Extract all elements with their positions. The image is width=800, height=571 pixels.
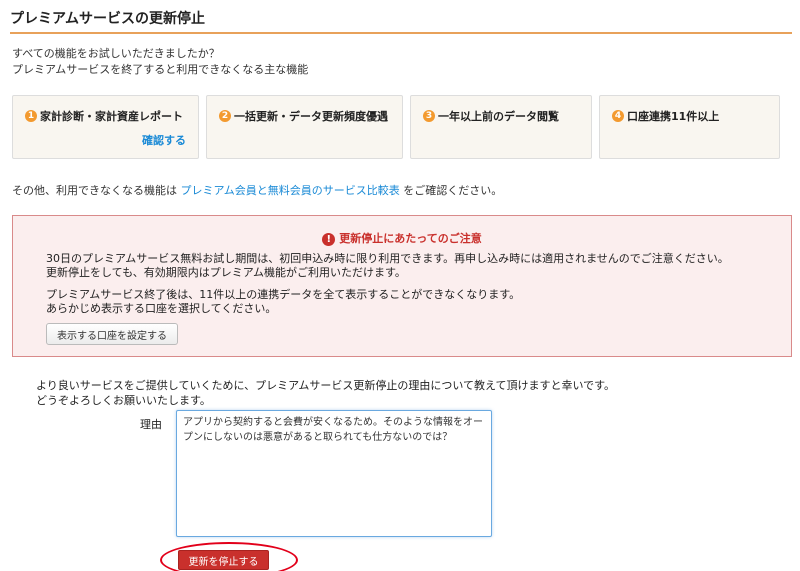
compare-prefix: その他、利用できなくなる機能は [12, 184, 177, 197]
reason-textarea[interactable]: アプリから契約すると会費が安くなるため。そのような情報をオープンにしないのは悪意… [176, 410, 492, 537]
reason-intro-line2: どうぞよろしくお願いいたします。 [36, 394, 211, 407]
reason-intro: より良いサービスをご提供していくために、プレミアムサービス更新停止の理由について… [36, 378, 615, 408]
warning-title-text: 更新停止にあたってのご注意 [339, 232, 482, 245]
feature-label-1: 家計診断・家計資産レポート [40, 110, 183, 123]
warning-box: ! 更新停止にあたってのご注意 30日のプレミアムサービス無料お試し期間は、初回申… [12, 215, 792, 357]
intro-line-1: すべての機能をお試しいただきましたか？ [12, 47, 220, 60]
feature-label-3: 一年以上前のデータ閲覧 [438, 110, 559, 123]
reason-intro-line1: より良いサービスをご提供していくために、プレミアムサービス更新停止の理由について… [36, 379, 616, 392]
warning-p2-line1: プレミアムサービス終了後は、11件以上の連携データを全て表示することができなくな… [46, 288, 521, 301]
intro-line-2: プレミアムサービスを終了すると利用できなくなる主な機能 [12, 63, 309, 76]
set-display-accounts-button[interactable]: 表示する口座を設定する [46, 323, 178, 345]
feature-card-1: 1 家計診断・家計資産レポート 確認する [12, 95, 199, 159]
compare-suffix: をご確認ください。 [403, 184, 503, 197]
alert-icon: ! [322, 232, 336, 246]
comparison-table-link[interactable]: プレミアム会員と無料会員のサービス比較表 [181, 184, 400, 197]
feature-label-4: 口座連携11件以上 [627, 110, 720, 123]
warning-body: 30日のプレミアムサービス無料お試し期間は、初回申込み時に限り利用できます。再申… [46, 252, 729, 316]
number-1-icon: 1 [25, 110, 37, 122]
warning-paragraph-1: 30日のプレミアムサービス無料お試し期間は、初回申込み時に限り利用できます。再申… [46, 252, 729, 280]
warning-paragraph-2: プレミアムサービス終了後は、11件以上の連携データを全て表示することができなくな… [46, 288, 729, 316]
intro-text: すべての機能をお試しいただきましたか？ プレミアムサービスを終了すると利用できな… [12, 46, 308, 78]
feature-card-2: 2 一括更新・データ更新頻度優遇 [206, 95, 403, 159]
stop-renewal-button[interactable]: 更新を停止する [178, 550, 269, 570]
warning-title: ! 更新停止にあたってのご注意 [13, 230, 791, 246]
confirm-link[interactable]: 確認する [142, 132, 186, 148]
number-3-icon: 3 [423, 110, 435, 122]
warning-p1-line1: 30日のプレミアムサービス無料お試し期間は、初回申込み時に限り利用できます。再申… [46, 252, 729, 265]
warning-p1-line2: 更新停止をしても、有効期限内はプレミアム機能がご利用いただけます。 [46, 266, 406, 279]
feature-card-4: 4 口座連携11件以上 [599, 95, 780, 159]
number-2-icon: 2 [219, 110, 231, 122]
feature-label-2: 一括更新・データ更新頻度優遇 [234, 110, 388, 123]
feature-card-3: 3 一年以上前のデータ閲覧 [410, 95, 592, 159]
number-4-icon: 4 [612, 110, 624, 122]
page-title: プレミアムサービスの更新停止 [10, 6, 792, 34]
compare-line: その他、利用できなくなる機能は プレミアム会員と無料会員のサービス比較表 をご確… [12, 182, 502, 198]
reason-label: 理由 [140, 418, 162, 431]
warning-p2-line2: あらかじめ表示する口座を選択してください。 [46, 302, 277, 315]
